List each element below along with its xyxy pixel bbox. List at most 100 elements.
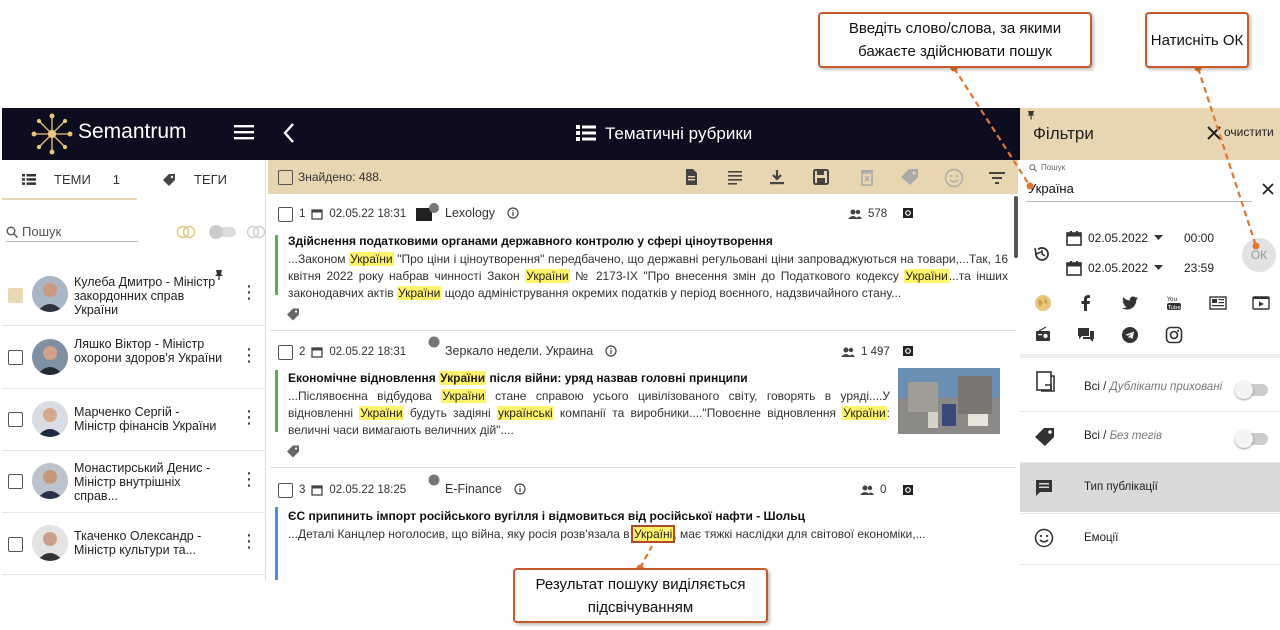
topic-checkbox[interactable] — [8, 350, 23, 365]
intersect-icon[interactable] — [176, 225, 196, 239]
article-source[interactable]: Зеркало недели. Украина — [445, 344, 617, 358]
tag-icon — [1034, 426, 1056, 448]
save-icon[interactable] — [812, 168, 830, 186]
mode-toggle[interactable] — [208, 224, 238, 240]
facebook-icon[interactable] — [1077, 294, 1095, 312]
menu-icon[interactable] — [234, 124, 254, 140]
delete-icon[interactable] — [858, 168, 876, 186]
more-options-icon[interactable]: ⋮ — [240, 531, 258, 552]
article-snippet: ...Законом України "Про ціни і ціноутвор… — [288, 252, 1008, 300]
web-icon[interactable] — [1034, 294, 1052, 312]
select-all-checkbox[interactable] — [278, 170, 293, 185]
tag-icon[interactable] — [286, 308, 300, 321]
ok-button[interactable]: ОК — [1242, 238, 1276, 272]
topic-checkbox[interactable] — [8, 288, 23, 303]
pin-icon[interactable] — [1027, 110, 1035, 120]
forum-icon[interactable] — [1077, 326, 1095, 344]
result-article[interactable]: 1 02.05.22 18:31 Lexology 578 Здійснення… — [270, 195, 1016, 331]
pin-icon[interactable] — [214, 269, 224, 281]
tag-icon[interactable] — [286, 445, 300, 458]
result-article[interactable]: 3 02.05.22 18:25 E-Finance 0 ЄС припинит… — [270, 469, 1016, 580]
news-icon[interactable] — [1209, 294, 1227, 312]
filter-search-input[interactable]: Україна — [1028, 181, 1074, 196]
article-checkbox[interactable] — [278, 483, 293, 498]
topic-item[interactable]: Монастирський Денис - Міністр внутрішніх… — [2, 451, 266, 513]
audience-count: 578 — [868, 208, 888, 220]
article-checkbox[interactable] — [278, 345, 293, 360]
video-icon[interactable] — [1252, 294, 1270, 312]
article-datetime: 02.05.22 18:31 — [329, 346, 407, 358]
filter-emotions[interactable]: Емоції — [1020, 513, 1280, 563]
topic-checkbox[interactable] — [8, 537, 23, 552]
article-number: 2 — [299, 346, 306, 358]
text-lines-icon[interactable] — [726, 168, 744, 186]
info-icon[interactable] — [514, 483, 526, 495]
date-to-picker[interactable]: 02.05.2022 — [1066, 260, 1164, 276]
filter-duplicates[interactable]: Всі / Дублікати приховані — [1020, 354, 1280, 404]
time-to-input[interactable]: 23:59 — [1184, 261, 1214, 275]
more-options-icon[interactable]: ⋮ — [240, 469, 258, 490]
radio-icon[interactable] — [1034, 326, 1052, 344]
info-icon[interactable] — [507, 207, 519, 219]
emotion-icon[interactable] — [944, 168, 964, 188]
article-title[interactable]: Здійснення податковими органами державно… — [288, 234, 773, 248]
article-title[interactable]: Економічне відновлення України після вій… — [288, 371, 748, 385]
tab-tags[interactable]: ТЕГИ — [162, 172, 227, 187]
result-article[interactable]: 2 02.05.22 18:31 Зеркало недели. Украина… — [270, 332, 1016, 468]
more-options-icon[interactable]: ⋮ — [240, 282, 258, 303]
close-filters-icon[interactable] — [1206, 125, 1222, 141]
topics-search-input[interactable]: Пошук — [6, 222, 138, 242]
audience-count: 1 497 — [861, 346, 890, 358]
article-meta: 1 02.05.22 18:31 — [299, 208, 406, 220]
duplicates-toggle[interactable] — [1235, 381, 1268, 399]
filter-label-main: Всі / — [1084, 430, 1110, 442]
history-icon[interactable] — [1033, 245, 1051, 263]
telegram-icon[interactable] — [1121, 326, 1139, 344]
article-number: 3 — [299, 484, 306, 496]
article-source[interactable]: E-Finance — [445, 482, 526, 496]
topic-name: Кулеба Дмитро - Міністр закордонних спра… — [74, 275, 216, 317]
download-icon[interactable] — [768, 168, 786, 186]
topic-item[interactable]: Марченко Сергій - Міністр фінансів Украї… — [2, 389, 266, 451]
more-options-icon[interactable]: ⋮ — [240, 345, 258, 366]
time-from-input[interactable]: 00:00 — [1184, 231, 1214, 245]
preview-icon[interactable] — [902, 345, 914, 357]
info-icon[interactable] — [605, 345, 617, 357]
clear-search-icon[interactable] — [1261, 182, 1275, 196]
preview-icon[interactable] — [902, 484, 914, 496]
filter-label-sub: Без тегів — [1109, 430, 1163, 442]
tags-toggle[interactable] — [1235, 430, 1268, 448]
instagram-icon[interactable] — [1165, 326, 1183, 344]
avatar — [32, 401, 68, 437]
tag-icon[interactable] — [900, 168, 918, 186]
article-datetime: 02.05.22 18:25 — [329, 484, 407, 496]
semantrum-logo-icon[interactable] — [30, 112, 74, 156]
search-highlight: Україні — [630, 525, 676, 543]
more-options-icon[interactable]: ⋮ — [240, 407, 258, 428]
union-icon[interactable] — [246, 225, 266, 239]
sort-icon[interactable] — [988, 168, 1006, 186]
document-icon[interactable] — [682, 168, 700, 186]
topic-item[interactable]: Кулеба Дмитро - Міністр закордонних спра… — [2, 264, 266, 326]
article-thumbnail[interactable] — [898, 368, 1000, 434]
results-scrollbar[interactable] — [1014, 196, 1018, 258]
search-icon — [1029, 164, 1037, 172]
youtube-icon[interactable]: You Tube — [1165, 294, 1183, 312]
preview-icon[interactable] — [902, 207, 914, 219]
article-source[interactable]: Lexology — [445, 206, 519, 220]
filter-publication-type[interactable]: Тип публікації — [1020, 462, 1280, 512]
back-chevron-icon[interactable] — [282, 122, 296, 144]
tab-themes[interactable]: ТЕМИ 1 — [22, 172, 120, 187]
article-meta: 2 02.05.22 18:31 — [299, 346, 406, 358]
topic-item[interactable]: Ткаченко Олександр - Міністр культури та… — [2, 513, 266, 575]
filter-tags[interactable]: Всі / Без тегів — [1020, 411, 1280, 461]
date-from-picker[interactable]: 02.05.2022 — [1066, 230, 1164, 246]
twitter-icon[interactable] — [1121, 294, 1139, 312]
article-title[interactable]: ЄС припинить імпорт російського вугілля … — [288, 509, 805, 523]
article-checkbox[interactable] — [278, 207, 293, 222]
topic-item[interactable]: Ляшко Віктор - Міністр охорони здоров'я … — [2, 327, 266, 389]
topic-checkbox[interactable] — [8, 474, 23, 489]
clear-filters-button[interactable]: очистити — [1224, 125, 1274, 139]
topic-checkbox[interactable] — [8, 412, 23, 427]
search-highlight: українські — [496, 406, 554, 420]
